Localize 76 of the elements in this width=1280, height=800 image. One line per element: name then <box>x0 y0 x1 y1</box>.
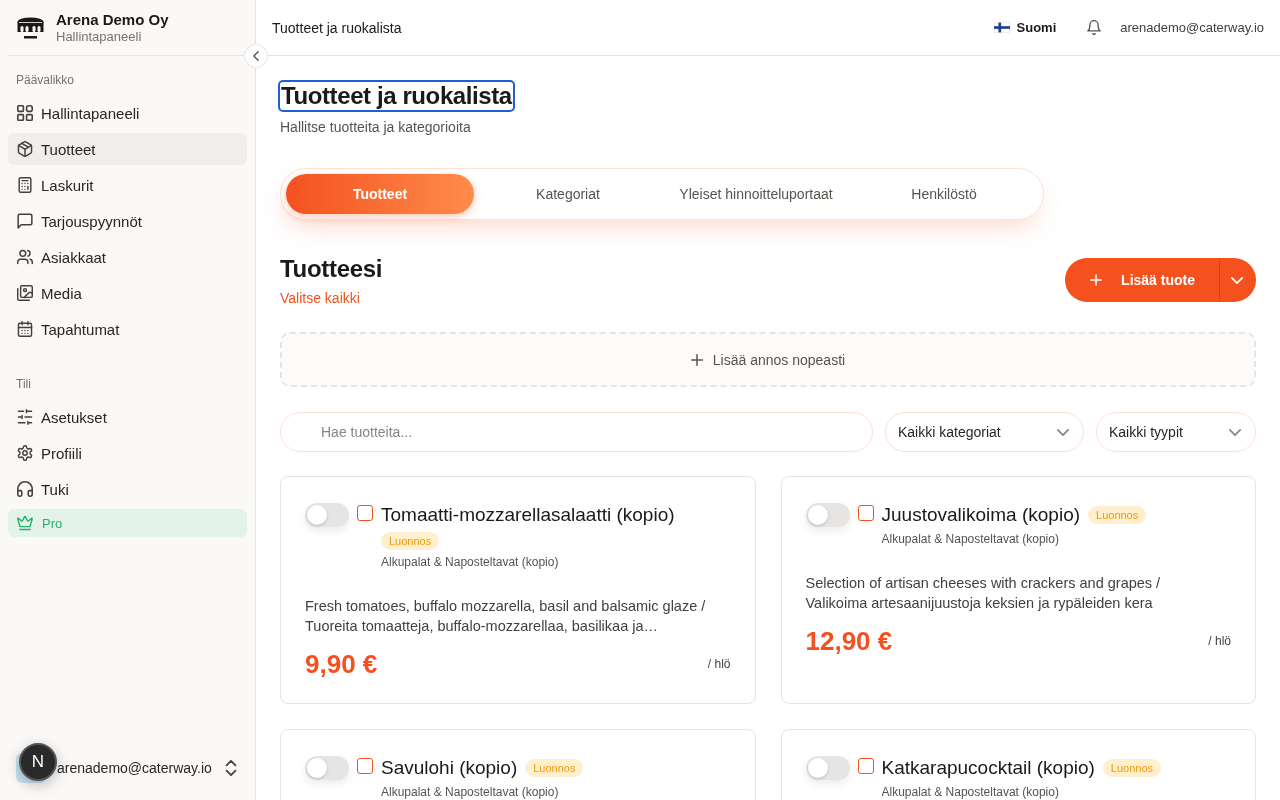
chevron-down-icon <box>1229 428 1241 436</box>
select-all-link[interactable]: Valitse kaikki <box>280 289 360 307</box>
sidebar-item[interactable]: Tuotteet <box>8 133 247 165</box>
checkbox[interactable] <box>857 758 874 774</box>
product-name: Tomaatti-mozzarellasalaatti (kopio) <box>381 503 675 527</box>
page-subtitle: Hallitse tuotteita ja kategorioita <box>280 118 472 137</box>
section-heading: Tili <box>16 376 31 392</box>
checkbox[interactable] <box>357 505 373 521</box>
product-price: 9,90 € <box>305 648 378 680</box>
checkbox[interactable] <box>357 758 373 774</box>
product-category: Alkupalat & Naposteltavat (kopio) <box>381 554 560 570</box>
sidebar-item[interactable]: Media <box>8 277 247 309</box>
calculator-icon <box>17 177 33 193</box>
chevrons-up-down-icon <box>225 760 237 776</box>
add-options-button[interactable] <box>1219 258 1256 302</box>
sidebar-item[interactable]: Asetukset <box>8 401 247 433</box>
product-category: Alkupalat & Naposteltavat (kopio) <box>381 784 560 800</box>
calendar-icon <box>17 321 33 337</box>
chevron-left-icon <box>252 51 259 61</box>
product-name: Savulohi (kopio) <box>381 756 518 780</box>
product-category: Alkupalat & Naposteltavat (kopio) <box>881 784 1060 800</box>
flag-icon <box>993 22 1010 33</box>
product-description: Selection of artisan cheeses with crackers and grapes / Valikoima artesaanijuustoja keksien ja rypäleiden kera <box>805 574 1162 613</box>
language-button[interactable]: Suomi <box>985 16 1065 39</box>
status-badge: Luonnos <box>1088 506 1147 524</box>
topbar-title: Tuotteet ja ruokalista <box>272 19 402 36</box>
status-badge: Luonnos <box>381 532 440 550</box>
sidebar-item[interactable]: Laskurit <box>8 169 247 201</box>
settings-icon <box>17 445 33 461</box>
user-email: arenademo@caterway.io <box>1120 20 1264 35</box>
search-field[interactable]: Hae tuotteita... <box>280 412 873 452</box>
sidebar-item[interactable]: Tuki <box>8 473 247 505</box>
toggle-switch[interactable] <box>305 756 349 780</box>
product-name: Juustovalikoima (kopio) <box>881 503 1081 527</box>
product-category: Alkupalat & Naposteltavat (kopio) <box>881 531 1060 547</box>
price-unit: / hlö <box>707 657 731 671</box>
plus-icon <box>690 353 703 366</box>
checkbox[interactable] <box>857 505 874 521</box>
section-heading: Päävalikko <box>16 72 75 88</box>
tab[interactable]: Henkilöstö <box>850 174 1038 214</box>
section-title: Tuotteesi <box>280 255 383 283</box>
sidebar-item[interactable]: Tarjouspyynnöt <box>8 205 247 237</box>
sidebar-item[interactable]: Asiakkaat <box>8 241 247 273</box>
plus-icon <box>1090 274 1103 286</box>
sidebar-item[interactable]: Tapahtumat <box>8 313 247 345</box>
status-badge: Luonnos <box>525 759 584 777</box>
category-select[interactable]: Kaikki kategoriat <box>885 412 1084 452</box>
sidebar-item[interactable]: Hallintapaneeli <box>8 97 247 129</box>
stadium-icon <box>17 15 44 40</box>
tab[interactable]: Yleiset hinnoitteluportaat <box>662 174 850 214</box>
price-unit: / hlö <box>1208 634 1231 648</box>
page-title: Tuotteet ja ruokalista <box>280 82 513 110</box>
speech-bubble-icon <box>17 213 33 229</box>
sidebar-item[interactable]: Profiili <box>8 437 247 469</box>
grid-icon <box>17 105 33 121</box>
bell-icon <box>1087 20 1102 35</box>
sliders-icon <box>17 409 33 425</box>
crown-icon <box>17 515 33 531</box>
box-icon <box>17 141 33 157</box>
headphones-icon <box>17 481 33 497</box>
tab[interactable]: Kategoriat <box>474 174 662 214</box>
toggle-switch[interactable] <box>305 503 349 527</box>
chevron-down-icon <box>1230 276 1243 284</box>
product-description: Fresh tomatoes, buffalo mozzarella, basil and balsamic glaze / Tuoreita tomaatteja, buffalo-mozzarellaa, basilikaa ja… <box>305 597 707 636</box>
company-subtitle: Hallintapaneeli <box>56 28 143 45</box>
images-icon <box>17 285 33 301</box>
chevron-down-icon <box>1057 428 1069 436</box>
type-select[interactable]: Kaikki tyypit <box>1096 412 1256 452</box>
status-badge: Luonnos <box>1102 759 1162 777</box>
quick-add-button[interactable]: Lisää annos nopeasti <box>280 332 1256 387</box>
toggle-switch[interactable] <box>805 756 850 780</box>
users-icon <box>17 249 33 265</box>
product-name: Katkarapucocktail (kopio) <box>881 756 1095 780</box>
toggle-switch[interactable] <box>805 503 850 527</box>
company-name: Arena Demo Oy <box>56 10 169 29</box>
product-price: 12,90 € <box>805 625 893 657</box>
